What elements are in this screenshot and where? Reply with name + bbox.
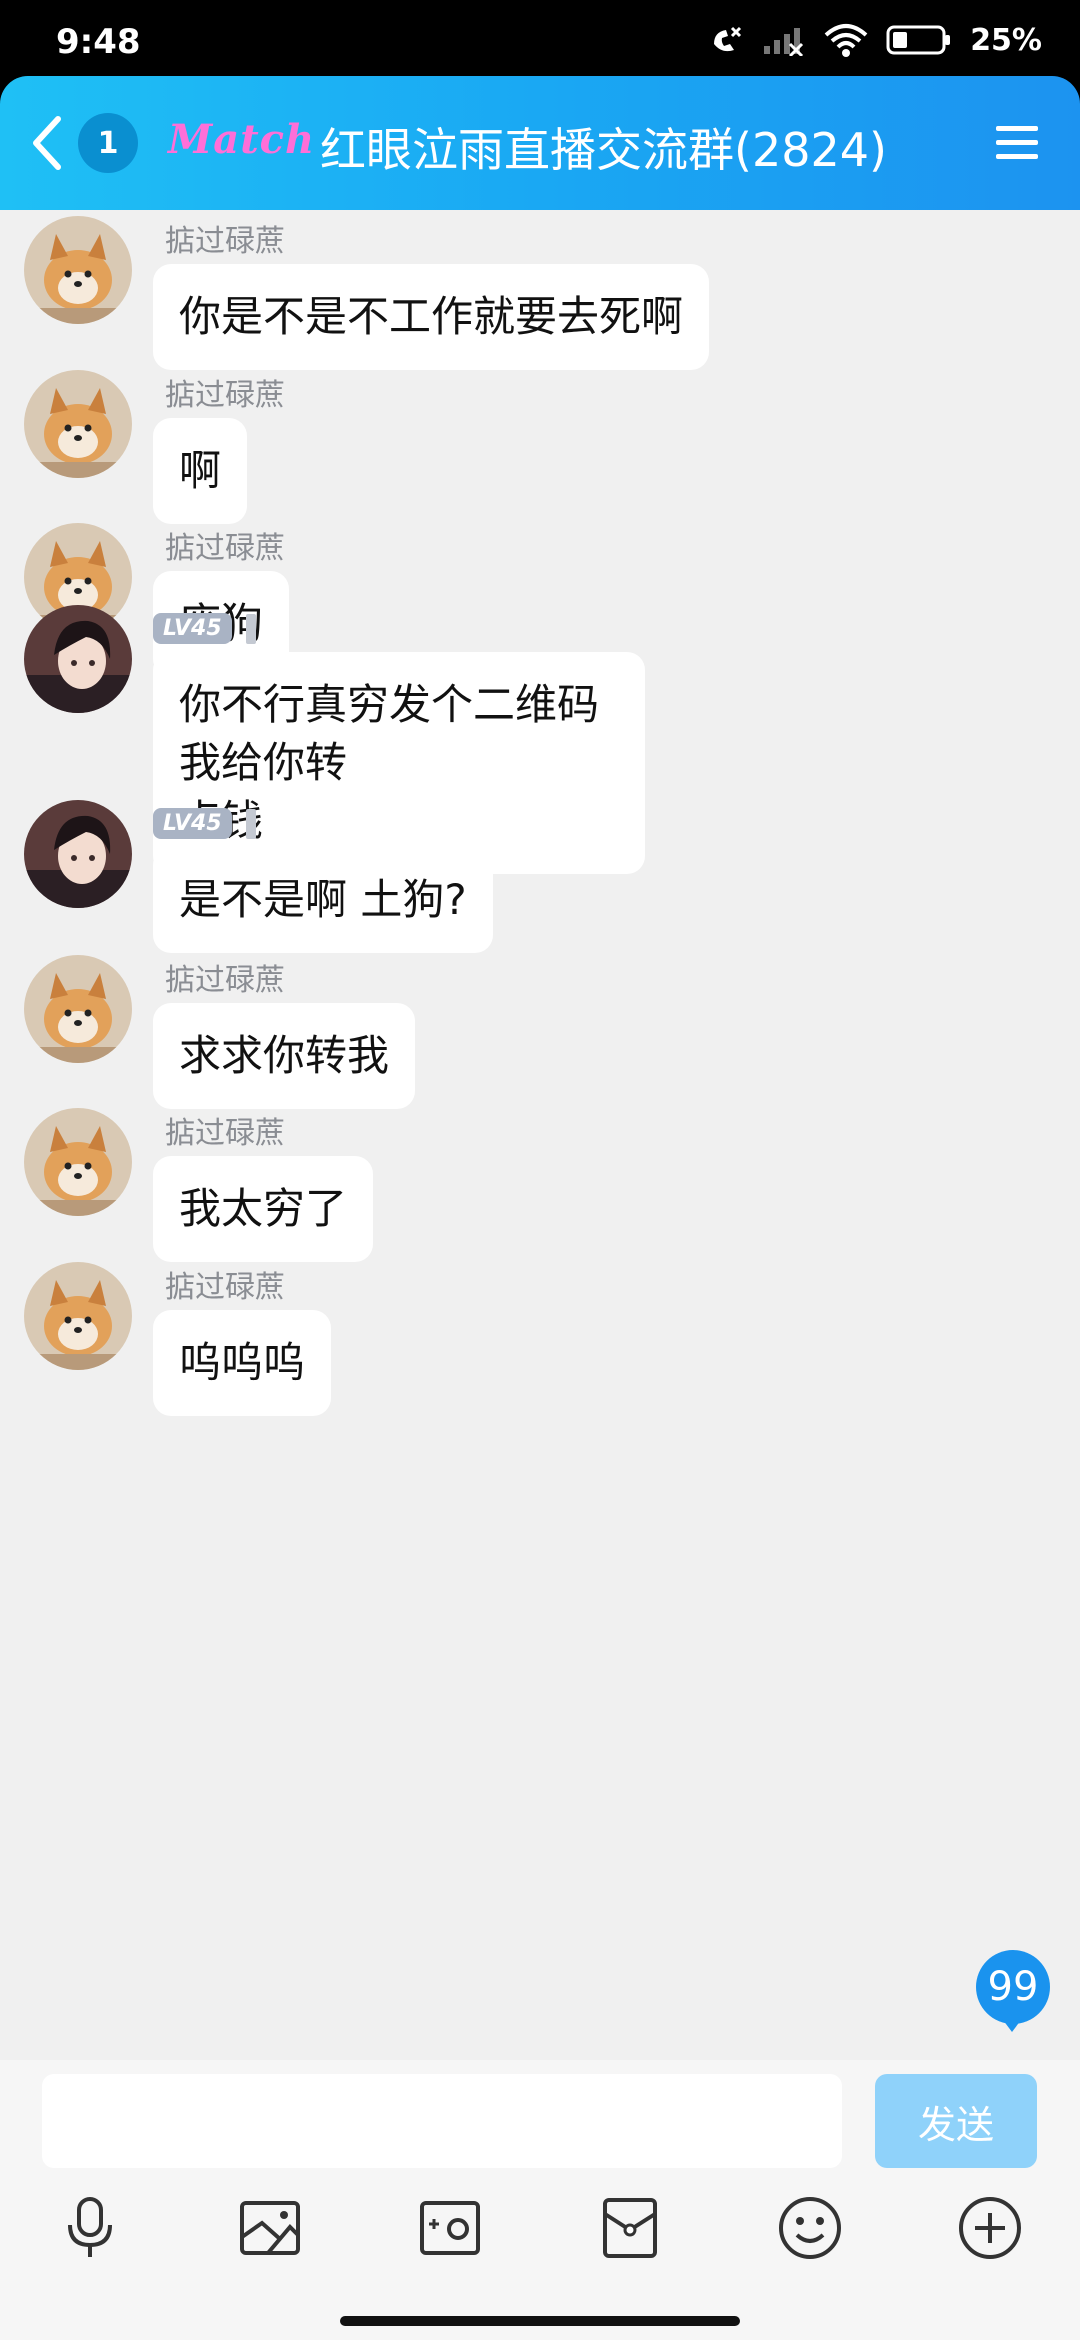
home-indicator[interactable] <box>340 2316 740 2326</box>
dog-avatar-icon <box>24 1108 132 1216</box>
send-button[interactable]: 发送 <box>875 2074 1037 2168</box>
sender-name: 掂过碌蔗 <box>165 1270 285 1305</box>
emoji-button[interactable] <box>770 2188 850 2268</box>
signal-icon <box>764 28 804 56</box>
message-text: 你不行真穷发个二维码 我给你转 <box>179 680 600 787</box>
group-title: 红眼泣雨直播交流群(2824) <box>320 123 887 177</box>
battery-percent: 25% <box>970 22 1042 58</box>
sender-name: 掂过碌蔗 <box>165 531 285 566</box>
camera-icon <box>420 2201 480 2255</box>
message-input[interactable] <box>42 2074 842 2168</box>
plus-icon <box>959 2197 1021 2259</box>
message-bubble[interactable]: 是不是啊 土狗? <box>153 847 493 953</box>
status-time: 9:48 <box>56 22 141 62</box>
message-bubble[interactable]: 啊 <box>153 418 248 524</box>
dog-avatar-icon <box>24 1262 132 1370</box>
red-packet-icon <box>603 2198 657 2258</box>
input-bar: 发送 <box>0 2060 1080 2168</box>
new-messages-bubble-tail <box>1000 2016 1024 2032</box>
message-text: 呜呜呜 <box>179 1338 306 1387</box>
match-logo: Match <box>168 116 316 163</box>
level-badge-row: LV45 <box>153 613 256 644</box>
avatar[interactable] <box>24 1262 132 1370</box>
anime-avatar-icon <box>24 605 132 713</box>
emoji-icon <box>779 2197 841 2259</box>
battery-icon <box>886 25 951 55</box>
message-bubble[interactable]: 你不行真穷发个二维码 我给你转 点钱 <box>153 652 645 874</box>
menu-button[interactable] <box>994 120 1040 166</box>
system-nav-bar <box>0 2292 1080 2340</box>
sender-name: 掂过碌蔗 <box>165 378 285 413</box>
status-icons: 25% <box>708 22 1042 58</box>
message-bubble[interactable]: 我太穷了 <box>153 1156 374 1262</box>
red-packet-button[interactable] <box>590 2188 670 2268</box>
level-badge: LV45 <box>153 808 232 839</box>
more-button[interactable] <box>950 2188 1030 2268</box>
message-bubble[interactable]: 求求你转我 <box>153 1003 416 1109</box>
message-text: 是不是啊 土狗? <box>179 875 467 924</box>
message-text: 求求你转我 <box>179 1031 390 1080</box>
back-button[interactable]: 1 <box>30 106 150 180</box>
dog-avatar-icon <box>24 216 132 324</box>
dog-avatar-icon <box>24 955 132 1063</box>
title-flag-icon <box>245 808 256 839</box>
sender-name: 掂过碌蔗 <box>165 224 285 259</box>
menu-icon <box>996 126 1038 159</box>
message-text: 我太穷了 <box>179 1184 348 1233</box>
avatar[interactable] <box>24 1108 132 1216</box>
input-toolbar <box>0 2168 1080 2292</box>
status-bar: 9:48 25% <box>0 0 1080 76</box>
level-badge-row: LV45 <box>153 808 256 839</box>
sender-name: 掂过碌蔗 <box>165 963 285 998</box>
avatar[interactable] <box>24 216 132 324</box>
message-text: 你是不是不工作就要去死啊 <box>179 292 684 341</box>
unread-badge: 1 <box>78 113 138 173</box>
anime-avatar-icon <box>24 800 132 908</box>
level-badge: LV45 <box>153 613 232 644</box>
chat-header: 1 Match 红眼泣雨直播交流群(2824) <box>0 76 1080 210</box>
message-bubble[interactable]: 呜呜呜 <box>153 1310 332 1416</box>
camera-button[interactable] <box>410 2188 490 2268</box>
sender-name: 掂过碌蔗 <box>165 1116 285 1151</box>
message-text: 啊 <box>179 446 222 495</box>
mic-icon <box>68 2197 112 2257</box>
message-bubble[interactable]: 你是不是不工作就要去死啊 <box>153 264 710 370</box>
title-flag-icon <box>245 613 256 644</box>
album-button[interactable] <box>230 2188 310 2268</box>
chevron-left-icon <box>33 116 61 170</box>
avatar[interactable] <box>24 370 132 478</box>
avatar[interactable] <box>24 955 132 1063</box>
avatar[interactable] <box>24 605 132 713</box>
chat-area[interactable]: 掂过碌蔗 你是不是不工作就要去死啊 掂过碌蔗 啊 掂过碌蔗 废狗 LV45 你不… <box>0 210 1080 2060</box>
new-messages-bubble[interactable]: 99 <box>976 1950 1050 2024</box>
wifi-icon <box>824 24 868 57</box>
voice-button[interactable] <box>50 2188 130 2268</box>
avatar[interactable] <box>24 800 132 908</box>
call-muted-icon <box>714 26 742 52</box>
dog-avatar-icon <box>24 370 132 478</box>
image-icon <box>240 2201 300 2255</box>
